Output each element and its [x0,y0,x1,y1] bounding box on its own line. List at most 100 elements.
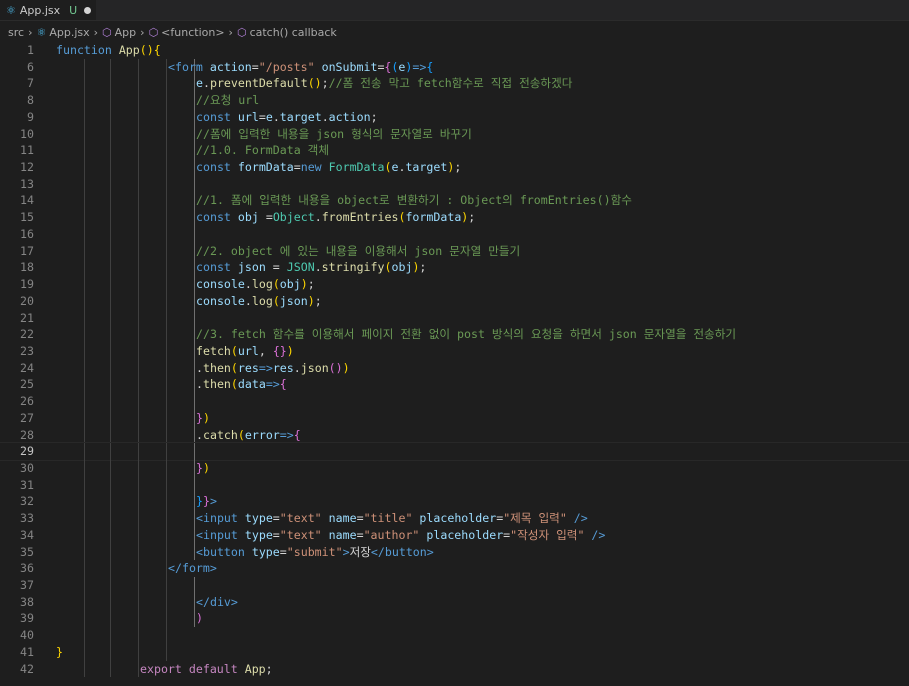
code-line[interactable]: 16 [0,225,909,243]
code-line[interactable]: 9 const url=e.target.action; [0,108,909,126]
code-token: ( [237,427,245,442]
indent-guide [138,593,139,611]
code-line[interactable]: 41} [0,643,909,661]
code-text: .then(data=>{ [196,376,287,393]
indent-guide [166,209,167,226]
code-line[interactable]: 20 console.log(json); [0,292,909,310]
code-line[interactable]: 39) [0,610,909,628]
code-token: formData [405,210,462,225]
code-token: } [202,494,210,509]
code-line[interactable]: 21 [0,309,909,327]
code-line[interactable]: 27}) [0,409,909,427]
code-line[interactable]: 33 <input type="text" name="title" placeh… [0,510,909,527]
code-token: </form> [168,561,217,576]
code-token: ; [314,293,322,308]
code-token: name [328,527,357,542]
indent-guide [194,142,195,160]
indent-guide [166,409,167,427]
code-line[interactable]: 42 export default App; [0,660,909,678]
indent-guide [138,426,139,444]
breadcrumb-function[interactable]: <function> [161,26,224,39]
code-editor[interactable]: 1 function App(){6 <form action="/posts" o… [0,42,909,678]
line-number: 41 [20,644,34,659]
code-line[interactable]: 37 [0,577,909,594]
code-line[interactable]: 28 .catch(error=>{ [0,426,909,444]
breadcrumb-callback[interactable]: catch() callback [250,26,337,39]
code-line[interactable]: 1 function App(){ [0,42,909,59]
code-line[interactable]: 11 //1.0. FormData 객체 [0,142,909,160]
code-text: //폼에 입력한 내용을 json 형식의 문자열로 바꾸기 [196,126,472,143]
code-line[interactable]: 15 const obj =Object.fromEntries(formData… [0,209,909,226]
code-token: target [405,160,448,175]
code-line[interactable]: 12 const formData=new FormData(e.target); [0,159,909,176]
code-token: /> [566,511,588,526]
code-token: ; [454,160,462,175]
code-line[interactable]: 18 const json = JSON.stringify(obj); [0,259,909,277]
code-token: formData [237,160,294,175]
indent-guide [110,510,111,527]
code-token: </button> [370,544,434,559]
code-token: <button [196,544,252,559]
indent-guide [166,125,167,143]
code-line[interactable]: 23 fetch(url, {}) [0,342,909,360]
code-line[interactable]: 38 </div> [0,593,909,611]
code-token: url [237,343,259,358]
breadcrumb-app[interactable]: App [115,26,137,39]
code-line[interactable]: 13 [0,175,909,193]
code-line[interactable]: 26 [0,393,909,410]
code-line[interactable]: 30}) [0,459,909,477]
code-line[interactable]: 35 <button type="submit">저장</button> [0,543,909,561]
line-number: 20 [20,293,34,308]
indent-guide [138,209,139,226]
code-text: <form action="/posts" onSubmit={(e)=>{ [168,59,433,76]
code-line[interactable]: 17 //2. object 에 있는 내용을 이용해서 json 문자열 만들기 [0,242,909,260]
indent-guide [166,643,167,661]
unsaved-dot-icon[interactable] [84,6,92,14]
code-line[interactable]: 36 </form> [0,560,909,577]
code-line[interactable]: 10 //폼에 입력한 내용을 json 형식의 문자열로 바꾸기 [0,125,909,143]
code-text: const json = JSON.stringify(obj); [196,259,426,276]
indent-guide [194,309,195,327]
code-line[interactable]: 32}}> [0,493,909,511]
code-line[interactable]: 19 console.log(obj); [0,276,909,293]
indent-guide [194,75,195,93]
code-line[interactable]: 25 .then(data=>{ [0,376,909,394]
code-token: () [307,76,322,91]
code-line[interactable]: 24 .then(res=>res.json()) [0,359,909,377]
code-token: "/posts" [258,59,315,74]
line-number: 33 [20,511,34,526]
code-line[interactable]: 6 <form action="/posts" onSubmit={(e)=>{ [0,58,909,76]
code-text: console.log(json); [196,293,322,310]
breadcrumb-file[interactable]: App.jsx [49,26,89,39]
code-line[interactable]: 22 //3. fetch 함수를 이용해서 페이지 전환 없이 post 방식의… [0,326,909,343]
code-token: ( [230,343,238,358]
indent-guide [84,92,85,109]
code-text: //2. object 에 있는 내용을 이용해서 json 문자열 만들기 [196,243,520,260]
code-line[interactable]: 40 [0,627,909,644]
indent-guide [84,409,85,427]
indent-guide [138,577,139,594]
code-token: type [251,544,280,559]
code-line[interactable]: 8 //요청 url [0,92,909,109]
code-line[interactable]: 34 <input type="text" name="author" place… [0,526,909,544]
indent-guide [166,560,167,577]
code-token: { [426,59,434,74]
indent-guide [194,108,195,126]
code-line[interactable]: 14 //1. 폼에 입력한 내용을 object로 변환하기 : Object의… [0,192,909,210]
breadcrumb-src[interactable]: src [8,26,24,39]
line-number: 40 [20,628,34,643]
indent-guide [84,577,85,594]
line-number: 28 [20,427,34,442]
indent-guide [166,593,167,611]
code-token: App [244,661,266,676]
code-token: "submit" [286,544,343,559]
code-line[interactable]: 31 [0,476,909,494]
indent-guide [110,175,111,193]
code-line[interactable]: 7 e.preventDefault();//폼 전송 막고 fetch함수로 직… [0,75,909,93]
indent-guide [84,292,85,310]
tab-app-jsx[interactable]: ⚛ App.jsx U [0,0,96,20]
code-line[interactable]: 29 [0,442,909,461]
code-token: </div> [196,594,238,609]
code-token: type [244,511,273,526]
code-text: console.log(obj); [196,276,315,293]
